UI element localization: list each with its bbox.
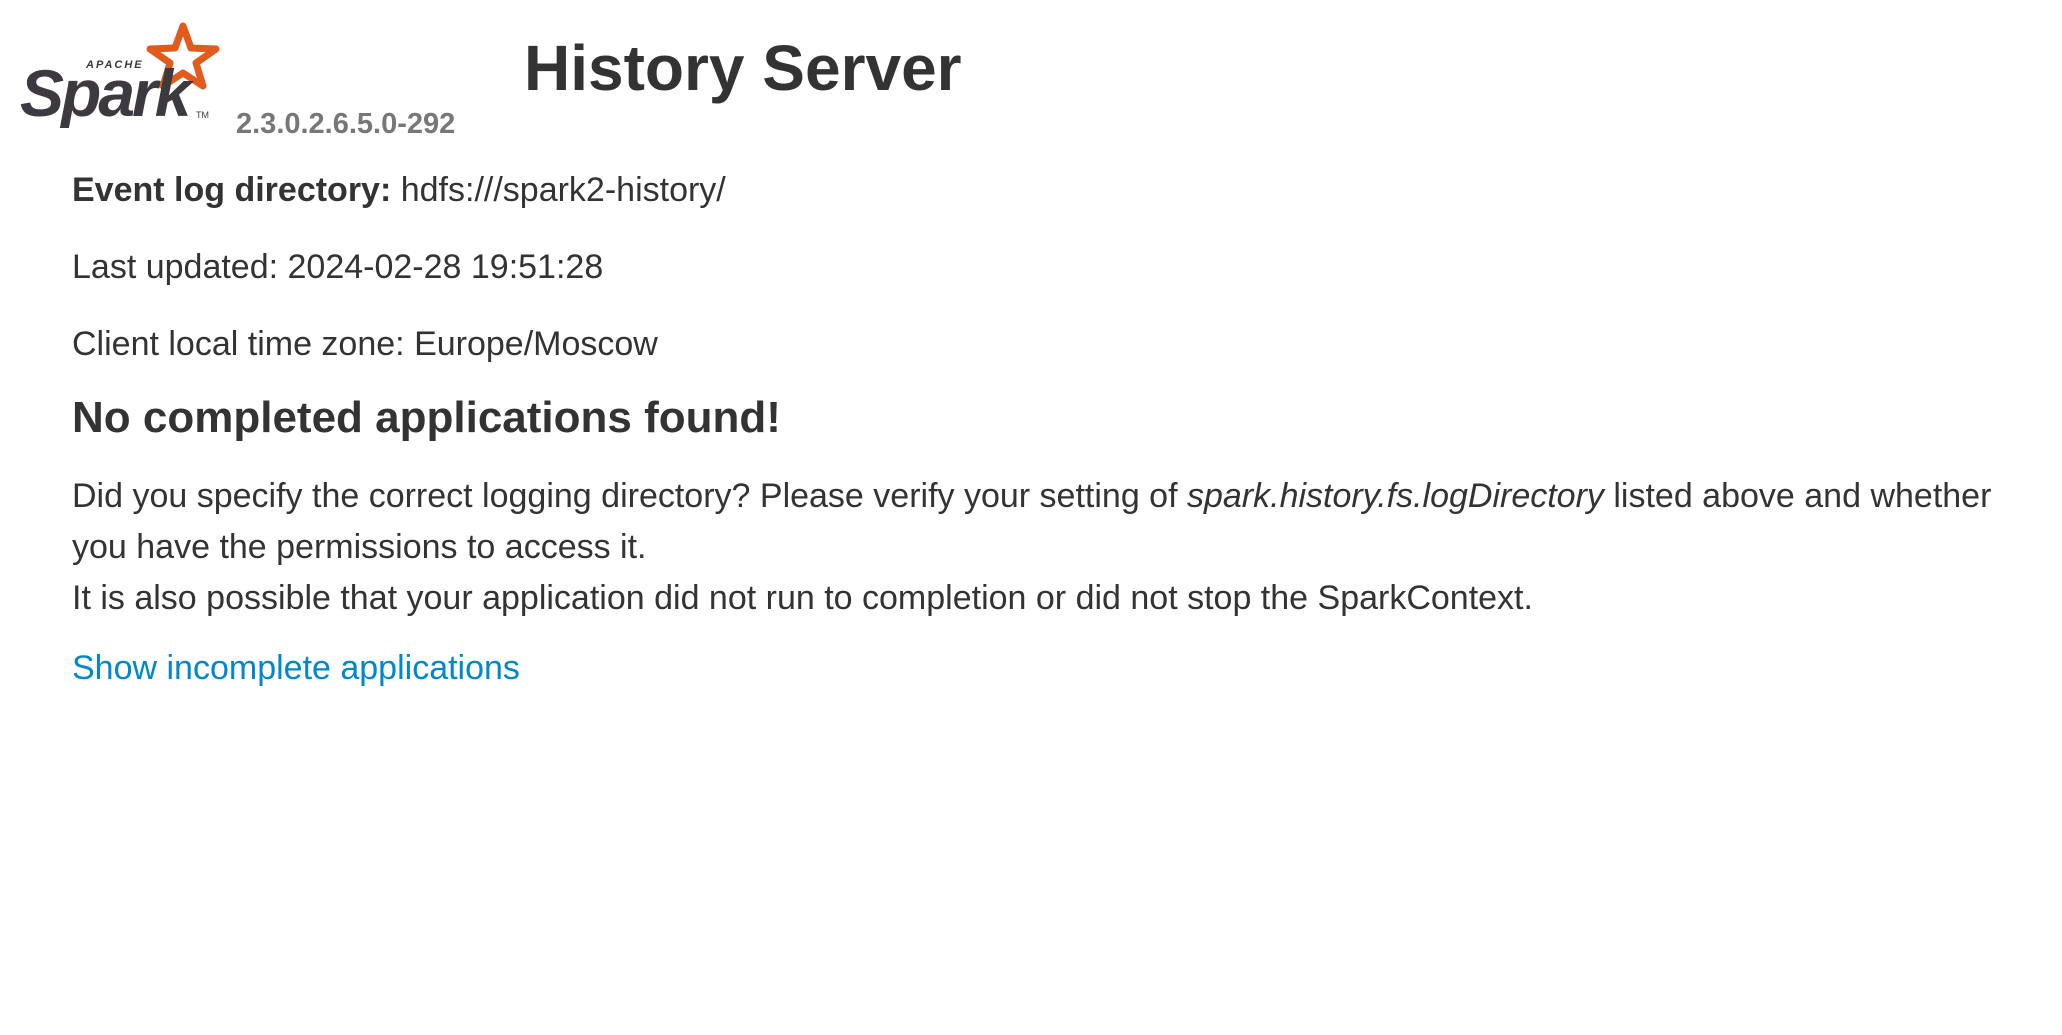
- event-log-label: Event log directory:: [72, 171, 392, 209]
- main-content: Event log directory: hdfs:///spark2-hist…: [72, 170, 2012, 688]
- timezone-label: Client local time zone:: [72, 325, 405, 363]
- event-log-value: hdfs:///spark2-history/: [400, 171, 726, 209]
- show-incomplete-applications-link[interactable]: Show incomplete applications: [72, 648, 520, 688]
- last-updated-value: 2024-02-28 19:51:28: [287, 248, 604, 286]
- last-updated-label: Last updated:: [72, 248, 279, 286]
- empty-state-heading: No completed applications found!: [72, 393, 781, 442]
- help-line1-start: Did you specify the correct logging dire…: [72, 477, 1187, 515]
- spark-version: 2.3.0.2.6.5.0-292: [236, 108, 456, 140]
- help-line2: It is also possible that your applicatio…: [72, 579, 1533, 617]
- page-title: History Server: [524, 32, 962, 104]
- empty-state-help: Did you specify the correct logging dire…: [72, 471, 2012, 624]
- last-updated: Last updated: 2024-02-28 19:51:28: [72, 247, 2012, 287]
- svg-text:TM: TM: [196, 110, 209, 120]
- event-log-directory: Event log directory: hdfs:///spark2-hist…: [72, 170, 2012, 210]
- client-timezone: Client local time zone: Europe/Moscow: [72, 324, 2012, 364]
- log-directory-setting: spark.history.fs.logDirectory: [1186, 477, 1604, 515]
- logo-spark-text: Spark: [20, 56, 195, 128]
- timezone-value: Europe/Moscow: [414, 325, 658, 363]
- spark-logo[interactable]: APACHE Spark TM: [20, 18, 220, 130]
- page-header: APACHE Spark TM 2.3.0.2.6.5.0-292 Histor…: [20, 18, 1020, 140]
